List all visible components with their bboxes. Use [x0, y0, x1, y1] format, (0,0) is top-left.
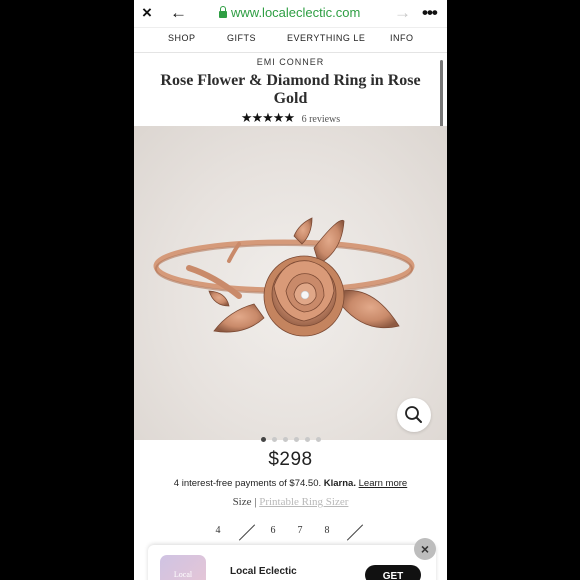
carousel-dot[interactable] [293, 437, 299, 442]
nav-gifts[interactable]: GIFTS [227, 33, 256, 43]
magnifier-icon [405, 406, 422, 423]
url-text: www.localeclectic.com [231, 5, 361, 20]
ring-sizer-link[interactable]: Printable Ring Sizer [259, 496, 348, 508]
carousel-dot[interactable] [260, 437, 266, 442]
app-logo-text: Local [173, 570, 193, 579]
review-count[interactable]: 6 reviews [302, 114, 341, 125]
carousel-dot[interactable] [282, 437, 288, 442]
app-logo: Local [160, 555, 206, 580]
carousel-dot[interactable] [315, 437, 321, 442]
size-options: 4 6 7 8 [134, 523, 447, 541]
nav-everything[interactable]: EVERYTHING LE [287, 33, 365, 43]
size-option-4[interactable]: 4 [209, 525, 227, 536]
size-option-8[interactable]: 8 [318, 525, 336, 536]
product-title: Rose Flower & Diamond Ring in Rose Gold [160, 72, 421, 107]
app-install-banner: Local Local Eclectic GET [148, 545, 436, 580]
image-carousel-dots [134, 429, 447, 447]
address-bar[interactable]: www.localeclectic.com [219, 5, 360, 20]
site-navigation: SHOP GIFTS EVERYTHING LE INFO [134, 27, 447, 53]
size-option-9-unavailable [346, 524, 364, 541]
forward-arrow-icon[interactable]: → [394, 4, 411, 22]
carousel-dot[interactable] [271, 437, 277, 442]
star-rating-icon: ★★★★★ [240, 110, 295, 125]
close-banner-icon[interactable]: × [414, 538, 436, 560]
installment-info: 4 interest-free payments of $74.50. Klar… [134, 478, 447, 489]
lock-icon [219, 5, 227, 18]
close-icon[interactable]: × [142, 4, 152, 22]
product-image[interactable] [134, 126, 447, 440]
phone-screen: × ← www.localeclectic.com → ••• SHOP GIF… [134, 0, 447, 580]
product-price: $298 [268, 449, 313, 470]
get-app-button[interactable]: GET [365, 565, 421, 580]
nav-shop[interactable]: SHOP [168, 33, 196, 43]
nav-info[interactable]: INFO [390, 33, 414, 43]
size-option-5-unavailable [238, 524, 256, 541]
product-brand[interactable]: EMI CONNER [134, 57, 447, 67]
app-name: Local Eclectic [230, 566, 297, 577]
size-option-6[interactable]: 6 [264, 525, 282, 536]
size-selector-label: Size | Printable Ring Sizer [134, 496, 447, 508]
more-options-icon[interactable]: ••• [422, 4, 438, 22]
klarna-logo: Klarna. [323, 478, 356, 489]
rose-ring-image [153, 217, 415, 337]
installment-text: 4 interest-free payments of $74.50. [173, 478, 322, 489]
browser-toolbar: × ← www.localeclectic.com → ••• [134, 0, 447, 27]
zoom-button[interactable] [397, 398, 431, 432]
product-rating[interactable]: ★★★★★ 6 reviews [134, 109, 447, 127]
back-arrow-icon[interactable]: ← [170, 4, 187, 22]
learn-more-link[interactable]: Learn more [359, 478, 408, 489]
size-label: Size | [232, 496, 257, 508]
carousel-dot[interactable] [304, 437, 310, 442]
size-option-7[interactable]: 7 [291, 525, 309, 536]
